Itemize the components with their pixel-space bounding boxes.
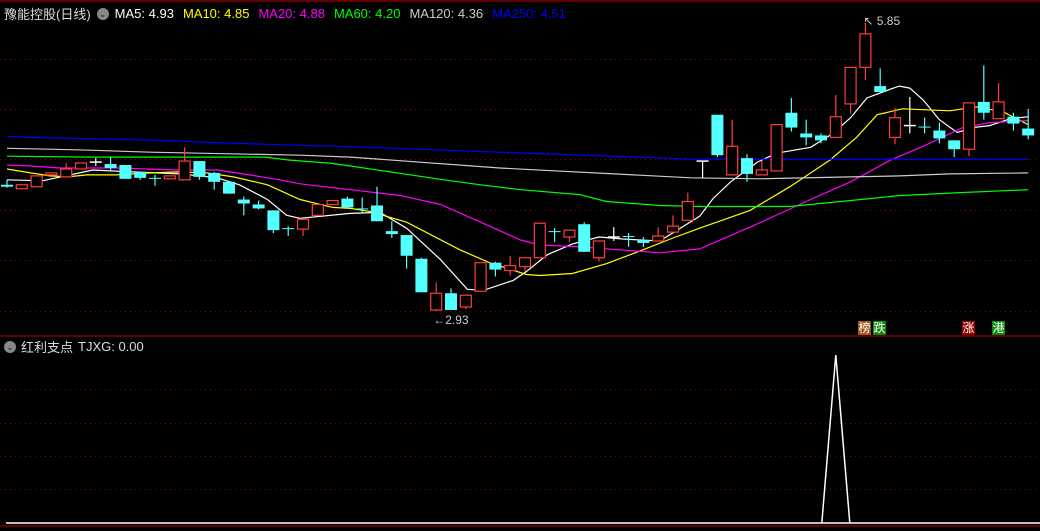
candle-down xyxy=(741,158,753,174)
candle-down xyxy=(415,258,428,293)
badge-gang[interactable]: 港 xyxy=(992,321,1005,335)
candle-up xyxy=(430,292,443,311)
high-value: 5.85 xyxy=(876,14,901,28)
indicator-header: ⌄ 红利支点 TJXG: 0.00 xyxy=(4,337,144,356)
high-price-label: ↖ 5.85 xyxy=(863,14,900,28)
candle-down xyxy=(933,130,946,139)
candle-up xyxy=(459,294,472,308)
candle-up xyxy=(962,102,976,150)
badge-die[interactable]: 跌 xyxy=(873,321,886,335)
stock-title: 豫能控股(日线) xyxy=(4,7,91,22)
badge-zhang[interactable]: 涨 xyxy=(962,321,975,335)
arrow-icon: ← xyxy=(433,313,446,327)
candle-down xyxy=(134,171,147,178)
candle-up xyxy=(592,240,606,259)
candle-down xyxy=(208,172,221,182)
candle-down xyxy=(711,114,724,156)
candle-up xyxy=(311,203,324,216)
ma-legend-item: MA250: 4.51 xyxy=(492,6,566,21)
candle-down xyxy=(371,205,383,222)
chart-header: 豫能控股(日线) ⌄ MA5: 4.93 MA10: 4.85 MA20: 4.88… xyxy=(4,4,566,23)
candle-down xyxy=(815,135,827,141)
badge-bang[interactable]: 榜 xyxy=(858,321,871,335)
candle-down xyxy=(223,181,235,194)
candle-down xyxy=(400,235,413,256)
kline-chart[interactable] xyxy=(0,0,1040,531)
candle-up xyxy=(74,162,88,170)
candle-up xyxy=(755,169,768,176)
candle-down xyxy=(237,199,250,204)
candle-up xyxy=(859,33,872,68)
candle-down xyxy=(445,293,457,311)
ma-line-ma60 xyxy=(6,155,1029,208)
candle-up xyxy=(770,123,783,172)
candle-down xyxy=(341,198,354,208)
candle-up xyxy=(844,66,857,105)
low-value: 2.93 xyxy=(445,313,469,327)
indicator-spike xyxy=(821,354,851,524)
ma-legend: MA5: 4.93 MA10: 4.85 MA20: 4.88 MA60: 4.20 M… xyxy=(115,6,566,21)
candle-down xyxy=(578,224,591,252)
candle-up xyxy=(518,257,532,268)
candle-down xyxy=(948,140,961,150)
candle-up xyxy=(60,168,73,178)
arrow-icon: ↖ xyxy=(863,14,874,28)
candle-down xyxy=(918,126,931,128)
candle-down xyxy=(785,112,798,128)
candle-up xyxy=(652,235,665,242)
candle-down xyxy=(1007,116,1020,124)
candle-up xyxy=(30,175,43,188)
candle-up xyxy=(992,101,1005,120)
candle-down xyxy=(356,208,369,210)
ma-legend-item: MA5: 4.93 xyxy=(114,6,174,21)
chevron-down-icon[interactable]: ⌄ xyxy=(96,7,109,20)
indicator-title: 红利支点 xyxy=(21,340,74,355)
chevron-down-icon[interactable]: ⌄ xyxy=(4,340,16,353)
candle-up xyxy=(888,117,902,139)
candle-down xyxy=(385,231,398,235)
candle-up xyxy=(178,160,191,181)
candle-down xyxy=(149,177,161,179)
candle-down xyxy=(104,164,117,168)
candle-down xyxy=(267,210,280,231)
ma-legend-item: MA10: 4.85 xyxy=(182,6,250,21)
candle-down xyxy=(800,133,813,138)
candle-up xyxy=(45,172,58,176)
candle-up xyxy=(829,116,842,139)
candle-down xyxy=(622,236,635,238)
ma-legend-item: MA120: 4.36 xyxy=(409,6,484,21)
candle-down xyxy=(874,86,887,93)
ma-legend-item: MA60: 4.20 xyxy=(333,6,401,21)
candle-up xyxy=(296,218,310,230)
candle-down xyxy=(282,228,295,230)
candle-down xyxy=(1,184,13,187)
candle-up xyxy=(726,145,739,176)
ma-line-ma250 xyxy=(6,135,1029,160)
candle-up xyxy=(666,225,680,233)
candle-down xyxy=(489,262,502,270)
candle-up xyxy=(163,175,176,180)
candle-up xyxy=(15,184,28,190)
candle-up xyxy=(326,199,339,206)
ma-line-ma10 xyxy=(6,106,1029,277)
candle-up xyxy=(533,222,546,259)
low-price-label: ←2.93 xyxy=(433,313,468,327)
ma-legend-item: MA20: 4.88 xyxy=(258,6,325,21)
candle-down xyxy=(1022,128,1035,136)
candle-up xyxy=(563,229,576,238)
candle-down xyxy=(637,239,650,243)
candle-down xyxy=(977,101,990,113)
candle-down xyxy=(193,161,206,177)
candle-down xyxy=(252,204,265,209)
candle-down xyxy=(119,165,132,179)
candle-up xyxy=(504,265,517,272)
indicator-value: TJXG: 0.00 xyxy=(78,339,144,354)
candle-up xyxy=(474,262,487,292)
candle-down xyxy=(548,231,561,233)
candle-up xyxy=(681,200,694,221)
